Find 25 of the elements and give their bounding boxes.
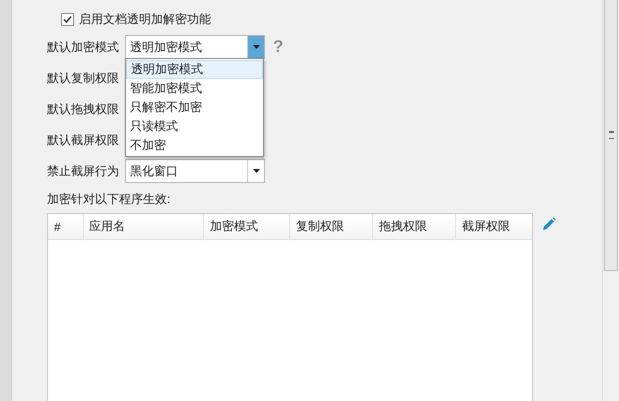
dropdown-option[interactable]: 只解密不加密	[126, 98, 263, 117]
setting-label: 默认截屏权限	[47, 132, 120, 148]
caret-icon	[252, 45, 260, 49]
dropdown[interactable]: 黑化窗口	[125, 159, 265, 183]
dropdown-option[interactable]: 智能加密模式	[126, 79, 263, 98]
checkbox[interactable]	[61, 12, 74, 26]
dropdown[interactable]: 透明加密模式	[125, 35, 265, 59]
table-caption: 加密针对以下程序生效:	[47, 191, 172, 208]
scrollbar-thumb[interactable]	[604, 0, 618, 271]
column-header[interactable]: 加密模式	[204, 214, 290, 239]
dropdown-option[interactable]: 只读模式	[126, 117, 263, 136]
dropdown-option[interactable]: 不加密	[126, 136, 263, 155]
checkbox-label: 启用文档透明加解密功能	[79, 10, 211, 28]
setting-label: 默认复制权限	[47, 70, 120, 86]
pencil-icon[interactable]	[542, 217, 556, 231]
caret-icon	[252, 169, 260, 173]
setting-label: 禁止截屏行为	[47, 162, 120, 180]
column-header[interactable]: 复制权限	[290, 214, 373, 239]
column-header[interactable]: #	[48, 214, 84, 239]
column-header[interactable]: 应用名	[84, 214, 204, 239]
column-header[interactable]: 截屏权限	[456, 214, 532, 239]
setting-label: 默认拖拽权限	[47, 100, 120, 118]
setting-label: 默认加密模式	[47, 38, 120, 56]
dropdown-option[interactable]: 透明加密模式	[126, 60, 263, 79]
column-header[interactable]: 拖拽权限	[373, 214, 456, 239]
